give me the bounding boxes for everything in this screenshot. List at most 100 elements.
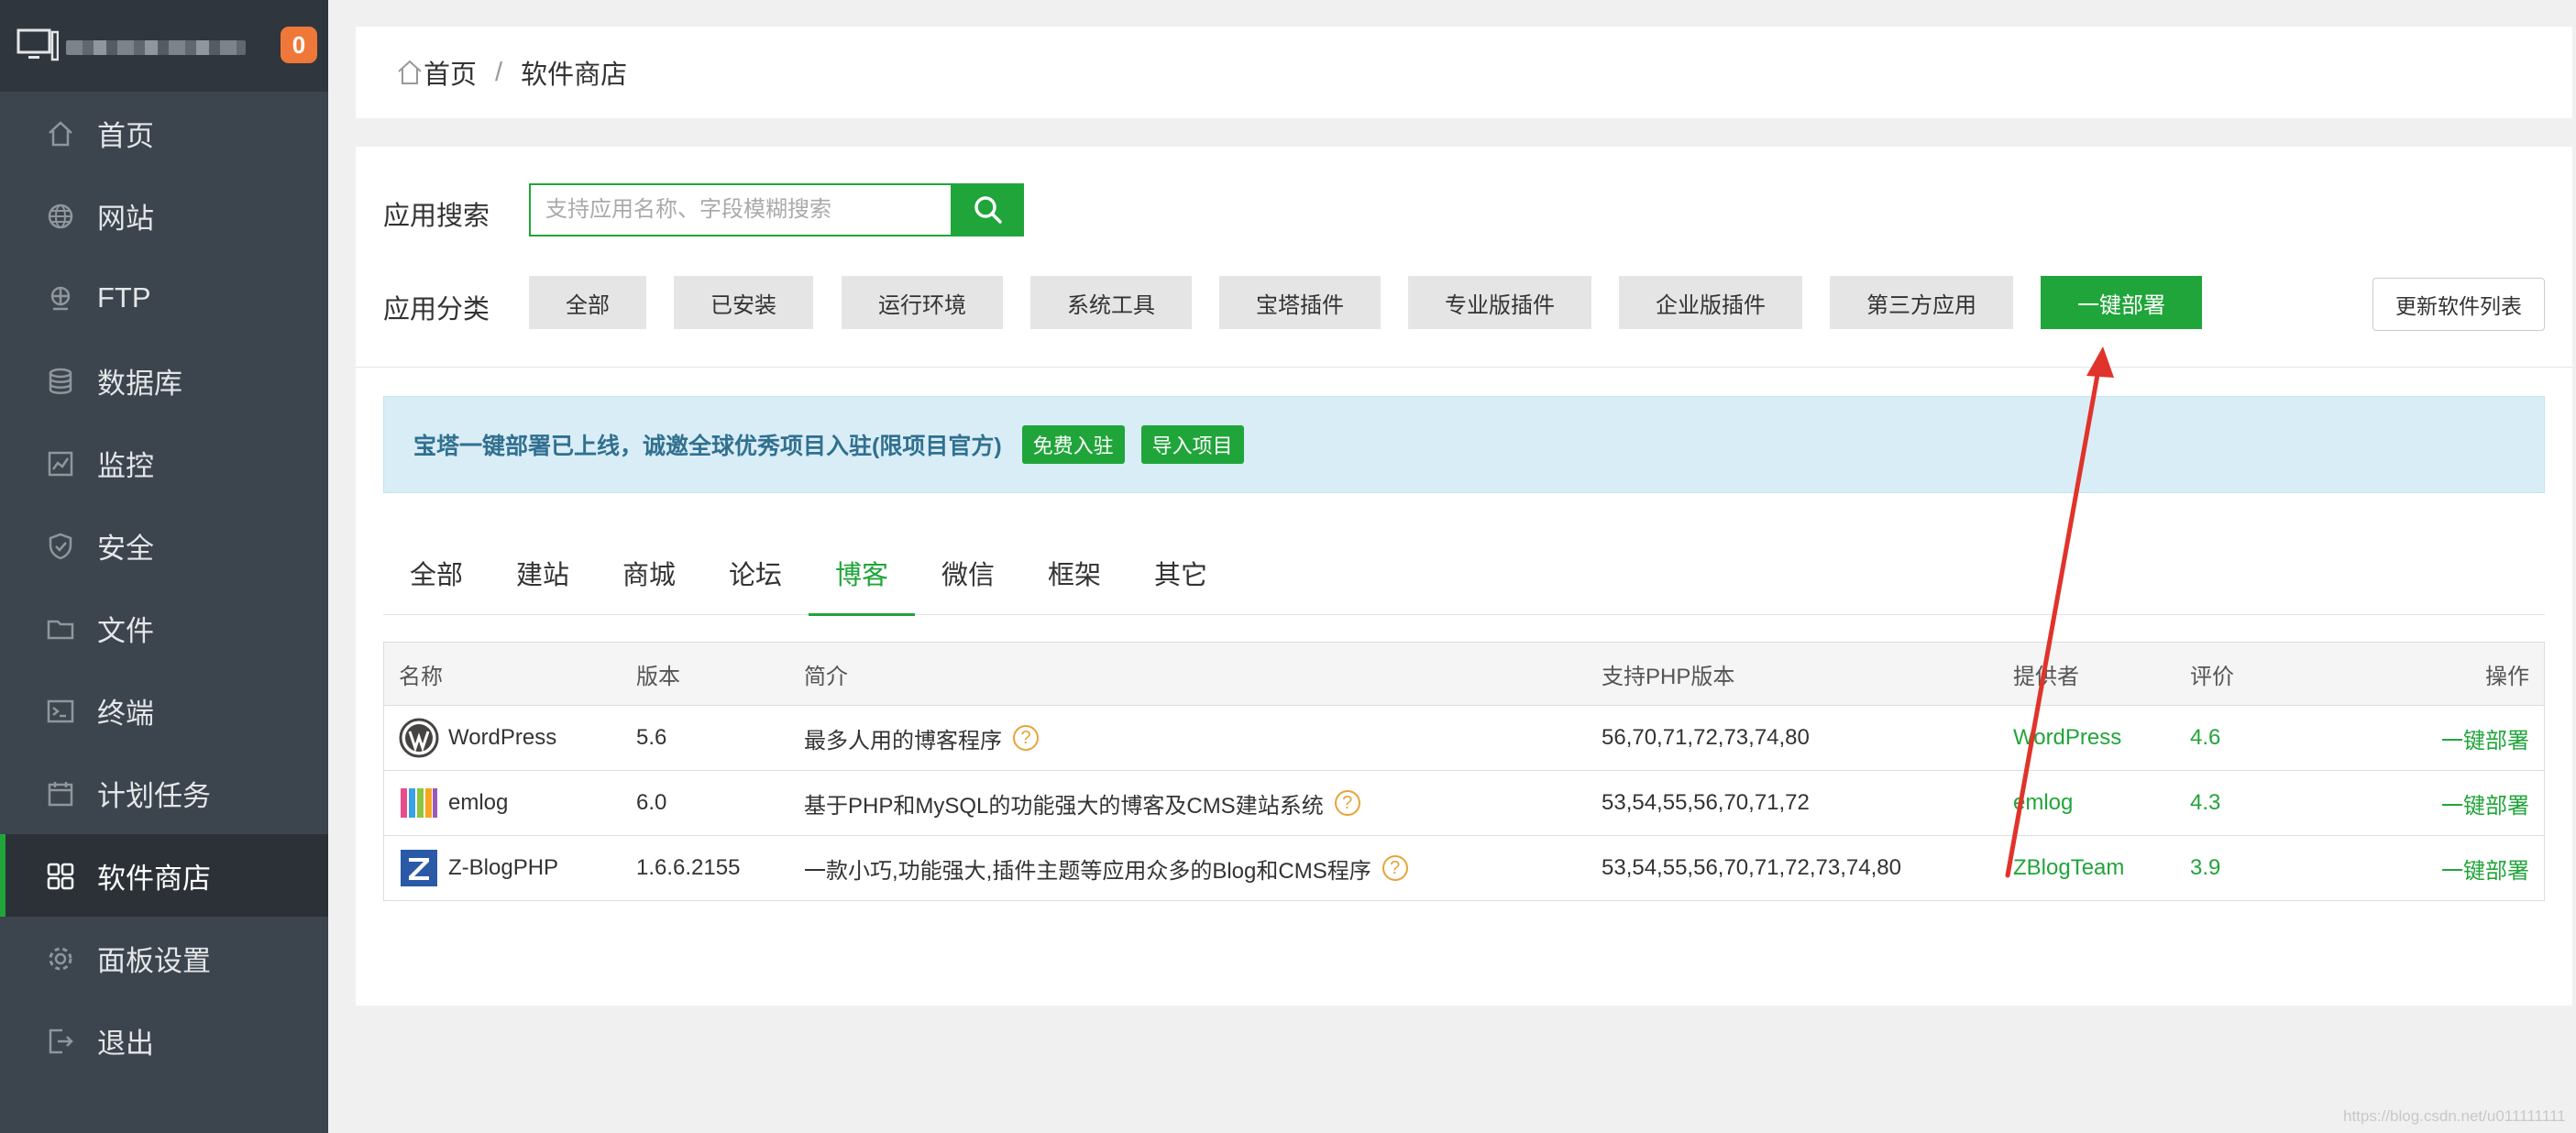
category-all[interactable]: 全部 [529, 276, 646, 329]
sidebar-item-label: FTP [97, 281, 151, 314]
app-description-cell: 基于PHP和MySQL的功能强大的博客及CMS建站系统 ? [804, 771, 1360, 835]
col-description: 简介 [804, 664, 848, 689]
col-version: 版本 [636, 664, 680, 689]
sidebar-item-label: 监控 [97, 449, 154, 482]
breadcrumb-current: 软件商店 [521, 60, 628, 90]
emlog-logo-icon [401, 788, 437, 818]
sidebar-item-label: 网站 [97, 202, 154, 235]
app-rating: 4.6 [2190, 725, 2221, 750]
tab-mall[interactable]: 商城 [596, 532, 702, 614]
sidebar-item-label: 退出 [97, 1027, 154, 1060]
sidebar-item-label: 文件 [97, 614, 154, 647]
sidebar-item-panel-settings[interactable]: 面板设置 [0, 917, 328, 999]
app-provider-link[interactable]: ZBlogTeam [2013, 836, 2124, 900]
category-enterprise-plugins[interactable]: 企业版插件 [1619, 276, 1802, 329]
app-provider-link[interactable]: WordPress [2013, 706, 2121, 770]
app-name-cell: WordPress [399, 706, 556, 770]
category-third-party[interactable]: 第三方应用 [1830, 276, 2013, 329]
help-icon[interactable]: ? [1013, 725, 1039, 751]
app-provider-link[interactable]: emlog [2013, 771, 2073, 835]
refresh-software-list-button[interactable]: 更新软件列表 [2372, 278, 2545, 331]
col-action: 操作 [2485, 664, 2529, 689]
category-runtime[interactable]: 运行环境 [842, 276, 1003, 329]
sidebar-item-cron[interactable]: 计划任务 [0, 752, 328, 834]
app-version: 6.0 [636, 790, 667, 815]
sidebar-item-files[interactable]: 文件 [0, 587, 328, 669]
sidebar-menu: 首页 网站 FTP 数据库 监控 安全 文件 终端 计划任务 软件商店 面板设置… [0, 92, 328, 1082]
table-row: Z-BlogPHP 1.6.6.2155 一款小巧,功能强大,插件主题等应用众多… [384, 836, 2544, 900]
app-name-cell: emlog [399, 771, 508, 835]
col-rating: 评价 [2190, 664, 2234, 689]
tab-blog[interactable]: 博客 [809, 532, 915, 616]
tab-framework[interactable]: 框架 [1021, 532, 1128, 614]
col-php-versions: 支持PHP版本 [1602, 664, 1735, 689]
help-icon[interactable]: ? [1382, 855, 1408, 881]
free-join-button[interactable]: 免费入驻 [1021, 425, 1125, 464]
search-button[interactable] [952, 183, 1024, 236]
tab-forum[interactable]: 论坛 [702, 532, 809, 614]
breadcrumb-home[interactable]: 首页 [424, 53, 477, 92]
category-pro-plugins[interactable]: 专业版插件 [1408, 276, 1591, 329]
sidebar-item-ftp[interactable]: FTP [0, 257, 328, 339]
table-row: emlog 6.0 基于PHP和MySQL的功能强大的博客及CMS建站系统 ? … [384, 771, 2544, 836]
sidebar-item-database[interactable]: 数据库 [0, 339, 328, 422]
category-one-click-deploy[interactable]: 一键部署 [2041, 276, 2202, 329]
home-icon[interactable] [396, 59, 424, 86]
app-php-versions: 53,54,55,56,70,71,72,73,74,80 [1602, 855, 1901, 880]
tab-site[interactable]: 建站 [490, 532, 596, 614]
search-input[interactable] [531, 196, 951, 224]
shield-icon [49, 533, 72, 560]
sidebar-header: 0 [0, 0, 328, 92]
sidebar-item-label: 终端 [97, 697, 154, 730]
monitor-icon [48, 451, 73, 477]
app-name: WordPress [448, 725, 557, 750]
server-name-blurred [66, 40, 246, 55]
app-php-versions: 56,70,71,72,73,74,80 [1602, 725, 1810, 750]
app-description: 基于PHP和MySQL的功能强大的博客及CMS建站系统 [804, 793, 1324, 819]
category-system-tools[interactable]: 系统工具 [1030, 276, 1192, 329]
gear-icon [49, 947, 72, 971]
watermark: https://blog.csdn.net/u011111111 [2343, 1107, 2566, 1125]
app-version: 5.6 [636, 725, 667, 750]
grid-icon [47, 863, 74, 890]
import-project-button[interactable]: 导入项目 [1140, 425, 1244, 464]
app-name: Z-BlogPHP [448, 855, 559, 880]
software-store-panel: 应用搜索 应用分类 全部 已安装 运行环境 系统工具 宝塔插件 专业版插件 企业… [356, 147, 2572, 1006]
search-icon [974, 196, 1002, 224]
one-click-deploy-link[interactable]: 一键部署 [2441, 771, 2529, 835]
terminal-icon [47, 699, 74, 723]
one-click-deploy-link[interactable]: 一键部署 [2441, 706, 2529, 770]
app-name-cell: Z-BlogPHP [399, 836, 558, 900]
tab-other[interactable]: 其它 [1128, 532, 1234, 614]
computer-icon [17, 28, 59, 61]
ftp-icon [50, 286, 71, 311]
notice-text: 宝塔一键部署已上线，诚邀全球优秀项目入驻(限项目官方) [413, 434, 1002, 459]
category-bt-plugins[interactable]: 宝塔插件 [1219, 276, 1381, 329]
notification-badge[interactable]: 0 [281, 27, 317, 63]
sidebar-item-label: 软件商店 [97, 862, 211, 895]
sidebar-item-label: 首页 [97, 119, 154, 152]
deploy-type-tabs: 全部 建站 商城 论坛 博客 微信 框架 其它 [383, 532, 2545, 616]
sidebar-item-website[interactable]: 网站 [0, 174, 328, 257]
app-description: 最多人用的博客程序 [804, 728, 1002, 754]
sidebar-item-logout[interactable]: 退出 [0, 999, 328, 1082]
col-provider: 提供者 [2013, 664, 2079, 689]
tab-all[interactable]: 全部 [383, 532, 490, 614]
sidebar-item-security[interactable]: 安全 [0, 504, 328, 587]
table-header: 名称 版本 简介 支持PHP版本 提供者 评价 操作 [384, 643, 2544, 706]
sidebar-item-home[interactable]: 首页 [0, 92, 328, 174]
sidebar-item-terminal[interactable]: 终端 [0, 669, 328, 752]
folder-icon [47, 620, 74, 640]
category-installed[interactable]: 已安装 [674, 276, 813, 329]
breadcrumb-separator: / [495, 57, 503, 87]
help-icon[interactable]: ? [1334, 790, 1360, 816]
app-name: emlog [448, 790, 509, 815]
sidebar-item-label: 计划任务 [97, 779, 211, 812]
sidebar-item-software-store[interactable]: 软件商店 [0, 834, 328, 917]
tab-wechat[interactable]: 微信 [915, 532, 1021, 614]
search-label: 应用搜索 [383, 202, 490, 231]
one-click-deploy-link[interactable]: 一键部署 [2441, 836, 2529, 900]
home-icon [49, 121, 72, 147]
sidebar-item-monitor[interactable]: 监控 [0, 422, 328, 504]
globe-icon [48, 204, 73, 229]
